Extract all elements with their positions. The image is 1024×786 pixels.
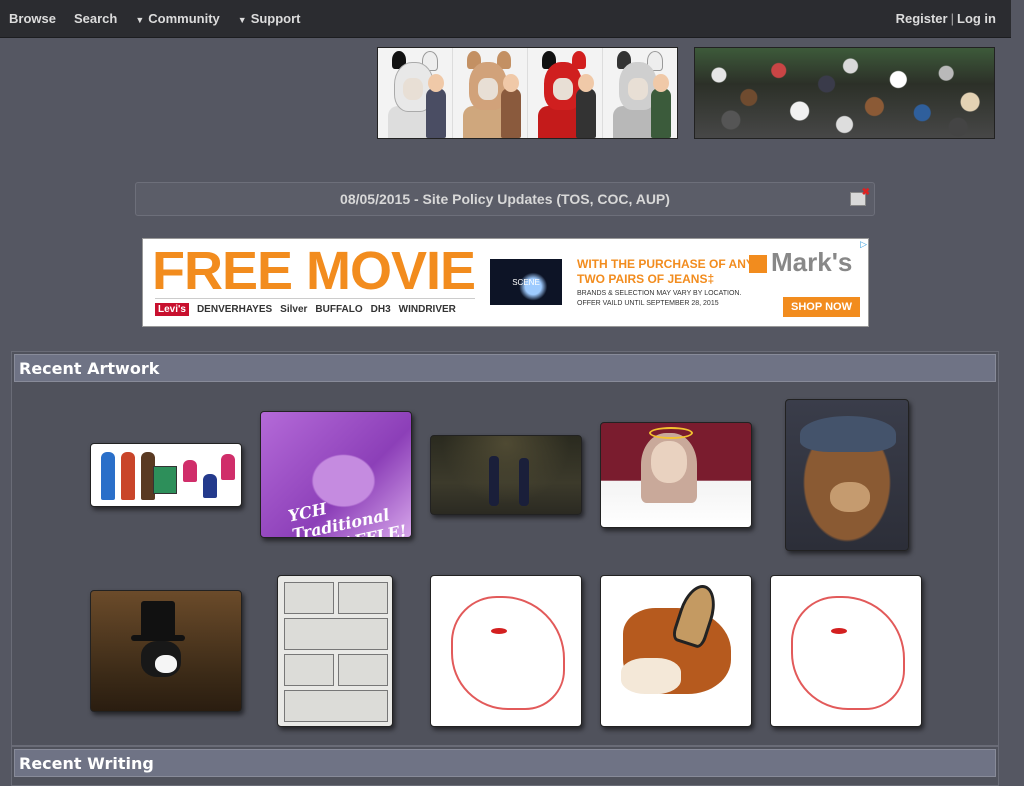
nav-browse-link[interactable]: Browse xyxy=(9,11,56,26)
shop-now-button[interactable]: SHOP NOW xyxy=(783,297,860,317)
ad-brand: Levi's xyxy=(155,303,189,316)
nav-community-label: Community xyxy=(148,11,220,26)
ad-brand: DENVERHAYES xyxy=(196,304,273,315)
ad-brand-strip: Levi's DENVERHAYES Silver BUFFALO DH3 WI… xyxy=(155,298,475,316)
scene-card-image: SCENE xyxy=(490,259,562,305)
nav-left-group: Browse Search ▼ Community ▼ Support xyxy=(9,11,319,26)
artwork-thumbnail[interactable] xyxy=(90,443,242,507)
artwork-thumbnail[interactable] xyxy=(600,575,752,727)
recent-writing-section: Recent Writing xyxy=(11,746,999,786)
nav-support-menu[interactable]: ▼ Support xyxy=(238,11,301,26)
ad-brand: BUFFALO xyxy=(315,304,363,315)
dropdown-triangle-icon: ▼ xyxy=(237,15,247,25)
hood-figure xyxy=(378,48,453,138)
ad-offer-text: WITH THE PURCHASE OF ANY TWO PAIRS OF JE… xyxy=(577,257,754,286)
artwork-thumbnail[interactable] xyxy=(90,590,242,712)
nav-account-links: Register | Log in xyxy=(896,11,996,26)
register-link[interactable]: Register xyxy=(896,11,948,26)
nav-search-link[interactable]: Search xyxy=(74,11,117,26)
nav-support-label: Support xyxy=(250,11,301,26)
site-notice-text[interactable]: 08/05/2015 - Site Policy Updates (TOS, C… xyxy=(340,191,670,207)
adchoices-icon[interactable]: ▷ xyxy=(860,239,867,250)
recent-writing-heading: Recent Writing xyxy=(14,749,996,777)
artwork-thumbnail-caption: YCH Traditional Art RAFFLE! xyxy=(286,498,408,538)
nav-separator: | xyxy=(950,11,954,26)
site-notice: 08/05/2015 - Site Policy Updates (TOS, C… xyxy=(135,182,875,216)
artwork-thumbnail[interactable] xyxy=(430,575,582,727)
advertisement-banner[interactable]: FREE MOVIE Levi's DENVERHAYES Silver BUF… xyxy=(142,238,869,327)
top-navigation-bar: Browse Search ▼ Community ▼ Support Regist… xyxy=(0,0,1011,38)
recent-artwork-heading: Recent Artwork xyxy=(14,354,996,382)
dropdown-triangle-icon: ▼ xyxy=(135,15,145,25)
ad-brand: WINDRIVER xyxy=(398,304,456,315)
login-link[interactable]: Log in xyxy=(957,11,996,26)
ad-fine-print: BRANDS & SELECTION MAY VARY BY LOCATION.… xyxy=(577,290,742,307)
artwork-thumbnail[interactable] xyxy=(770,575,922,727)
ad-brand: DH3 xyxy=(370,304,391,315)
hood-figure xyxy=(528,48,603,138)
nav-community-menu[interactable]: ▼ Community xyxy=(135,11,219,26)
fursuit-crowd-banner[interactable] xyxy=(694,47,995,139)
hood-figure xyxy=(603,48,677,138)
artwork-thumbnail[interactable]: YCH Traditional Art RAFFLE! xyxy=(260,411,412,538)
hood-figure xyxy=(453,48,528,138)
ad-headline: FREE MOVIE xyxy=(152,241,476,301)
ad-brand: Silver xyxy=(280,304,308,315)
hood-advert-banner[interactable] xyxy=(377,47,678,139)
artwork-thumbnail[interactable] xyxy=(277,575,393,727)
dismiss-notice-icon[interactable] xyxy=(850,187,870,206)
artwork-thumbnail[interactable] xyxy=(600,422,752,528)
artwork-thumbnail[interactable] xyxy=(430,435,582,515)
ad-brand-logo: Mark's xyxy=(749,247,852,278)
artwork-thumbnail[interactable] xyxy=(785,399,909,551)
